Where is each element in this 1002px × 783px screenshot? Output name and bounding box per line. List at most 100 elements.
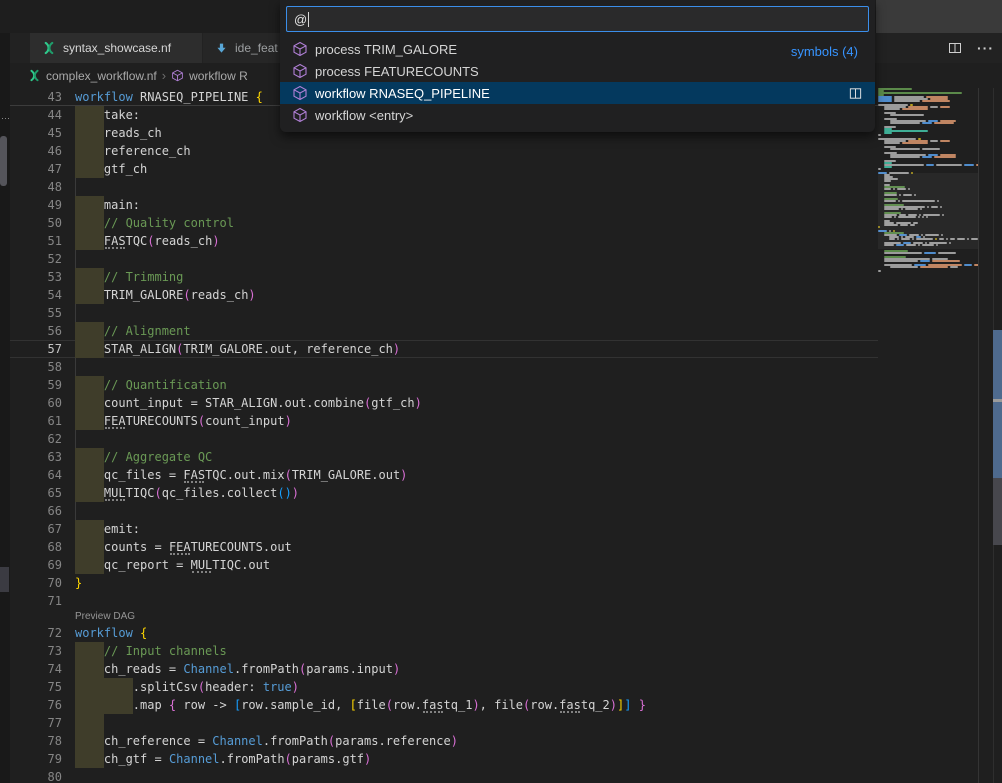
code-line-58[interactable]: 58 (10, 358, 878, 376)
code-line-65[interactable]: 65 MULTIQC(qc_files.collect()) (10, 484, 878, 502)
quick-open-item-0[interactable]: process TRIM_GALORE (280, 38, 875, 60)
line-number[interactable]: 72 (10, 624, 75, 642)
code-line-63[interactable]: 63 // Aggregate QC (10, 448, 878, 466)
breadcrumb-file[interactable]: complex_workflow.nf (46, 69, 157, 83)
line-number[interactable]: 57 (10, 340, 75, 358)
quick-open-item-3[interactable]: workflow <entry> (280, 104, 875, 126)
code-text: // Trimming (75, 268, 878, 286)
code-line-52[interactable]: 52 (10, 250, 878, 268)
line-number[interactable]: 80 (10, 768, 75, 783)
minimap-viewport[interactable] (878, 173, 978, 249)
quick-open-item-1[interactable]: process FEATURECOUNTS (280, 60, 875, 82)
code-line-57[interactable]: 57 STAR_ALIGN(TRIM_GALORE.out, reference… (10, 340, 878, 358)
line-number[interactable]: 79 (10, 750, 75, 768)
code-line-71[interactable]: 71 (10, 592, 878, 610)
code-line-61[interactable]: 61 FEATURECOUNTS(count_input) (10, 412, 878, 430)
code-text: counts = FEATURECOUNTS.out (75, 538, 878, 556)
split-editor-icon[interactable] (947, 40, 963, 56)
line-number[interactable]: 59 (10, 376, 75, 394)
left-scrollbar-thumb[interactable] (0, 136, 7, 186)
line-number[interactable]: 75 (10, 678, 75, 696)
line-number[interactable]: 49 (10, 196, 75, 214)
line-number[interactable]: 64 (10, 466, 75, 484)
breadcrumb-symbol[interactable]: workflow R (189, 69, 248, 83)
more-actions-icon[interactable]: ··· (977, 40, 994, 56)
line-number[interactable]: 52 (10, 250, 75, 268)
scrollbar-thumb-lower[interactable] (993, 478, 1002, 545)
code-text: // Input channels (75, 642, 878, 660)
line-number[interactable]: 48 (10, 178, 75, 196)
code-line-76[interactable]: 76 .map { row -> [row.sample_id, [file(r… (10, 696, 878, 714)
code-line-68[interactable]: 68 counts = FEATURECOUNTS.out (10, 538, 878, 556)
line-number[interactable]: 63 (10, 448, 75, 466)
code-line-77[interactable]: 77 (10, 714, 878, 732)
line-number[interactable]: 44 (10, 106, 75, 124)
line-number[interactable]: 47 (10, 160, 75, 178)
line-number[interactable]: 61 (10, 412, 75, 430)
quick-open-item-2[interactable]: workflow RNASEQ_PIPELINE (280, 82, 875, 104)
minimap[interactable] (878, 88, 978, 783)
code-line-64[interactable]: 64 qc_files = FASTQC.out.mix(TRIM_GALORE… (10, 466, 878, 484)
line-number[interactable]: 65 (10, 484, 75, 502)
codelens-preview-dag[interactable]: Preview DAG (10, 610, 878, 624)
line-number[interactable]: 58 (10, 358, 75, 376)
left-scroll-decoration (0, 567, 9, 592)
code-line-79[interactable]: 79 ch_gtf = Channel.fromPath(params.gtf) (10, 750, 878, 768)
open-to-side-icon[interactable] (848, 86, 863, 101)
line-number[interactable]: 60 (10, 394, 75, 412)
line-number[interactable]: 43 (10, 88, 75, 105)
quick-open-input[interactable]: @ (286, 6, 869, 32)
code-line-53[interactable]: 53 // Trimming (10, 268, 878, 286)
code-line-70[interactable]: 70} (10, 574, 878, 592)
code-line-46[interactable]: 46 reference_ch (10, 142, 878, 160)
code-line-80[interactable]: 80 (10, 768, 878, 783)
line-number[interactable]: 70 (10, 574, 75, 592)
line-number[interactable]: 68 (10, 538, 75, 556)
line-number[interactable]: 50 (10, 214, 75, 232)
code-editor[interactable]: 43workflow RNASEQ_PIPELINE {44 take:45 r… (10, 88, 878, 783)
line-number[interactable]: 45 (10, 124, 75, 142)
line-number[interactable]: 54 (10, 286, 75, 304)
code-line-54[interactable]: 54 TRIM_GALORE(reads_ch) (10, 286, 878, 304)
code-text (75, 592, 878, 610)
line-number[interactable]: 66 (10, 502, 75, 520)
code-line-75[interactable]: 75 .splitCsv(header: true) (10, 678, 878, 696)
quick-open-item-label: process TRIM_GALORE (315, 42, 457, 57)
code-line-56[interactable]: 56 // Alignment (10, 322, 878, 340)
line-number[interactable]: 55 (10, 304, 75, 322)
code-line-47[interactable]: 47 gtf_ch (10, 160, 878, 178)
code-line-50[interactable]: 50 // Quality control (10, 214, 878, 232)
code-line-66[interactable]: 66 (10, 502, 878, 520)
line-number[interactable]: 74 (10, 660, 75, 678)
code-line-62[interactable]: 62 (10, 430, 878, 448)
tab-label: ide_feat (235, 41, 278, 55)
line-number[interactable]: 76 (10, 696, 75, 714)
line-number[interactable]: 78 (10, 732, 75, 750)
line-number[interactable]: 46 (10, 142, 75, 160)
code-line-55[interactable]: 55 (10, 304, 878, 322)
line-number[interactable]: 69 (10, 556, 75, 574)
line-number[interactable]: 62 (10, 430, 75, 448)
line-number[interactable]: 53 (10, 268, 75, 286)
line-number[interactable]: 67 (10, 520, 75, 538)
code-line-72[interactable]: 72workflow { (10, 624, 878, 642)
code-text (75, 768, 878, 783)
tab-syntax-showcase[interactable]: syntax_showcase.nf (30, 33, 202, 63)
line-number[interactable]: 71 (10, 592, 75, 610)
line-number[interactable]: 73 (10, 642, 75, 660)
line-number[interactable]: 51 (10, 232, 75, 250)
code-line-69[interactable]: 69 qc_report = MULTIQC.out (10, 556, 878, 574)
code-line-78[interactable]: 78 ch_reference = Channel.fromPath(param… (10, 732, 878, 750)
code-line-60[interactable]: 60 count_input = STAR_ALIGN.out.combine(… (10, 394, 878, 412)
code-line-59[interactable]: 59 // Quantification (10, 376, 878, 394)
code-line-67[interactable]: 67 emit: (10, 520, 878, 538)
line-number[interactable]: 77 (10, 714, 75, 732)
scrollbar-thumb[interactable] (993, 330, 1002, 478)
code-line-48[interactable]: 48 (10, 178, 878, 196)
symbols-count-badge: symbols (4) (791, 44, 858, 59)
code-line-74[interactable]: 74 ch_reads = Channel.fromPath(params.in… (10, 660, 878, 678)
code-line-51[interactable]: 51 FASTQC(reads_ch) (10, 232, 878, 250)
line-number[interactable]: 56 (10, 322, 75, 340)
code-line-49[interactable]: 49 main: (10, 196, 878, 214)
code-line-73[interactable]: 73 // Input channels (10, 642, 878, 660)
